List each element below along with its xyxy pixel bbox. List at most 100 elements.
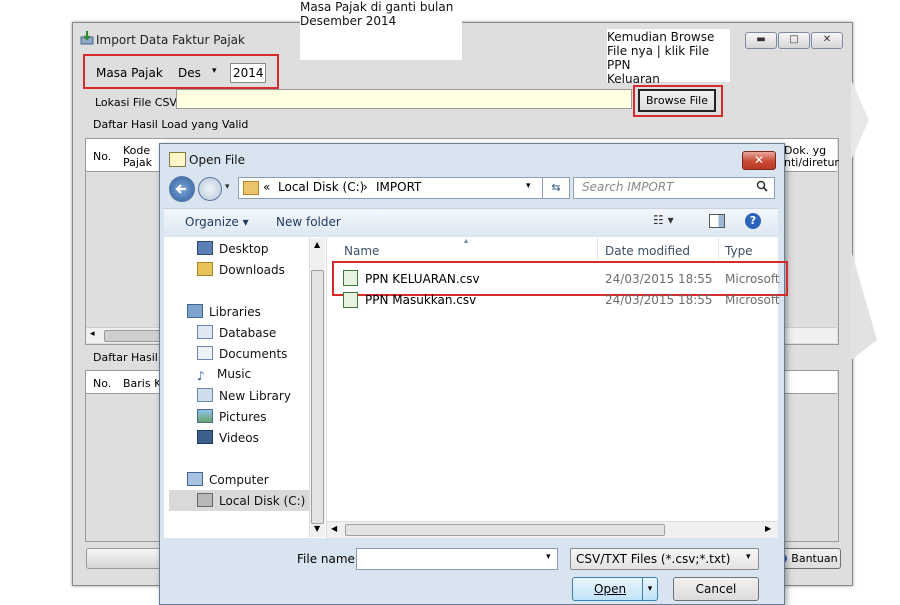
organize-menu[interactable]: Organize ▾ [185, 215, 249, 229]
nav-label: Pictures [219, 410, 267, 424]
breadcrumb-import[interactable]: IMPORT [376, 180, 421, 194]
nav-item-computer[interactable]: Computer [187, 472, 269, 487]
minimize-button[interactable]: ▬ [745, 32, 777, 49]
scroll-up-icon[interactable]: ▲ [314, 240, 320, 249]
dialog-toolbar [164, 208, 778, 238]
view-options-icon[interactable]: ☷ ▾ [653, 213, 674, 227]
lokasi-input[interactable] [176, 89, 632, 109]
scroll-thumb[interactable] [104, 330, 162, 342]
decorative-arrow-shape [851, 80, 891, 360]
col-divider-2 [718, 238, 719, 260]
file-date: 24/03/2015 18:55 [605, 272, 713, 286]
file-name-dropdown-icon[interactable]: ▾ [546, 552, 551, 562]
note1-line2: Desember 2014 [300, 14, 397, 28]
address-dropdown-icon[interactable]: ▾ [526, 181, 531, 191]
address-bar[interactable]: « Local Disk (C:) › IMPORT ▾ [238, 177, 543, 199]
nav-label: Videos [219, 431, 259, 445]
scroll-right-icon[interactable]: ▶ [765, 524, 771, 533]
file-scroll-thumb[interactable] [345, 524, 665, 536]
sort-arrow-icon: ▴ [464, 236, 469, 245]
note2-line3: Keluaran [607, 72, 660, 86]
cancel-button[interactable]: Cancel [673, 577, 759, 601]
nav-item-database[interactable]: Database [197, 325, 276, 340]
nav-label: Database [219, 326, 277, 340]
annotation-masa-pajak: Masa Pajak di ganti bulan Desember 2014 [300, 0, 462, 60]
col-no: No. [93, 150, 112, 163]
file-row[interactable]: PPN Masukkan.csv 24/03/2015 18:55 Micros… [340, 289, 780, 311]
csv-file-icon [343, 270, 358, 286]
desktop-icon [197, 241, 213, 255]
refresh-button[interactable]: ⇆ [542, 177, 570, 199]
help-dialog-icon[interactable]: ? [745, 213, 761, 229]
app-icon [80, 31, 94, 45]
file-type-value: CSV/TXT Files (*.csv;*.txt) [576, 552, 731, 566]
new-folder-button[interactable]: New folder [276, 215, 341, 229]
nav-item-documents[interactable]: Documents [197, 346, 287, 361]
close-window-button[interactable]: ✕ [811, 32, 843, 49]
preview-pane-icon[interactable] [709, 214, 725, 228]
nav-item-downloads[interactable]: Downloads [197, 262, 285, 277]
browse-file-button[interactable]: Browse File [638, 89, 716, 112]
maximize-button[interactable]: □ [778, 32, 810, 49]
nav-item-videos[interactable]: Videos [197, 430, 259, 445]
scroll-down-icon[interactable]: ▼ [314, 524, 320, 533]
window-title: Import Data Faktur Pajak [96, 33, 245, 47]
year-input[interactable]: 2014 [230, 63, 266, 83]
breadcrumb-chevron[interactable]: « [263, 180, 270, 194]
downloads-icon [197, 262, 213, 276]
disk-icon [197, 493, 213, 507]
col-no-2: No. [93, 377, 112, 390]
nav-label: Desktop [219, 242, 269, 256]
nav-vscrollbar[interactable]: ▲ ▼ [309, 238, 325, 537]
nav-item-pictures[interactable]: Pictures [197, 409, 267, 424]
nav-item-local-disk[interactable]: Local Disk (C:) [197, 493, 305, 508]
search-input[interactable]: Search IMPORT [573, 177, 775, 199]
folder-icon [243, 181, 259, 195]
col-pajak: Pajak [123, 156, 153, 169]
file-type: Microsoft [725, 272, 780, 286]
close-dialog-button[interactable]: ✕ [742, 151, 776, 170]
col-type[interactable]: Type [725, 244, 753, 258]
file-hscrollbar[interactable]: ◀ ▶ [327, 521, 778, 538]
col-name[interactable]: Name [344, 244, 379, 258]
search-placeholder: Search IMPORT [582, 180, 674, 194]
file-type-select[interactable]: CSV/TXT Files (*.csv;*.txt) ▾ [570, 548, 759, 570]
computer-icon [187, 472, 203, 486]
open-dropdown-icon[interactable]: ▾ [642, 578, 657, 600]
open-label: Open [594, 582, 627, 596]
libraries-icon [187, 304, 203, 318]
nav-label: Music [217, 367, 252, 381]
col-date-modified[interactable]: Date modified [605, 244, 690, 258]
back-button[interactable] [169, 176, 195, 202]
file-type-dropdown-icon[interactable]: ▾ [746, 552, 751, 562]
scroll-left-icon[interactable]: ◂ [90, 329, 95, 339]
nav-scroll-thumb[interactable] [311, 270, 324, 524]
pictures-icon [197, 409, 213, 423]
nav-label: Downloads [219, 263, 285, 277]
nav-item-desktop[interactable]: Desktop [197, 241, 269, 256]
breadcrumb-separator: › [363, 180, 368, 194]
file-name-input[interactable]: ▾ [356, 548, 558, 570]
forward-button[interactable] [198, 177, 222, 201]
chevron-down-icon: ▾ [212, 66, 217, 76]
videos-icon [197, 430, 213, 444]
col-diretur: nti/diretur [784, 156, 839, 169]
scroll-left-icon[interactable]: ◀ [331, 524, 337, 533]
documents-icon [197, 346, 213, 360]
history-dropdown-icon[interactable]: ▾ [225, 182, 230, 192]
month-select[interactable]: Des ▾ [178, 66, 224, 80]
open-button[interactable]: Open ▾ [572, 577, 658, 601]
nav-item-new-library[interactable]: New Library [197, 388, 291, 403]
file-type: Microsoft [725, 293, 780, 307]
lokasi-label: Lokasi File CSV [95, 96, 177, 109]
nav-item-music[interactable]: ♪ Music [197, 367, 252, 383]
csv-file-icon [343, 292, 358, 308]
nav-item-libraries[interactable]: Libraries [187, 304, 261, 319]
note2-line1: Kemudian Browse [607, 30, 715, 44]
dialog-title: Open File [189, 153, 245, 167]
breadcrumb-local-disk[interactable]: Local Disk (C:) [278, 180, 364, 194]
col-divider-1 [597, 238, 598, 260]
file-row[interactable]: PPN KELUARAN.csv 24/03/2015 18:55 Micros… [340, 267, 780, 289]
search-icon [756, 180, 768, 197]
valid-list-label: Daftar Hasil Load yang Valid [93, 118, 249, 131]
